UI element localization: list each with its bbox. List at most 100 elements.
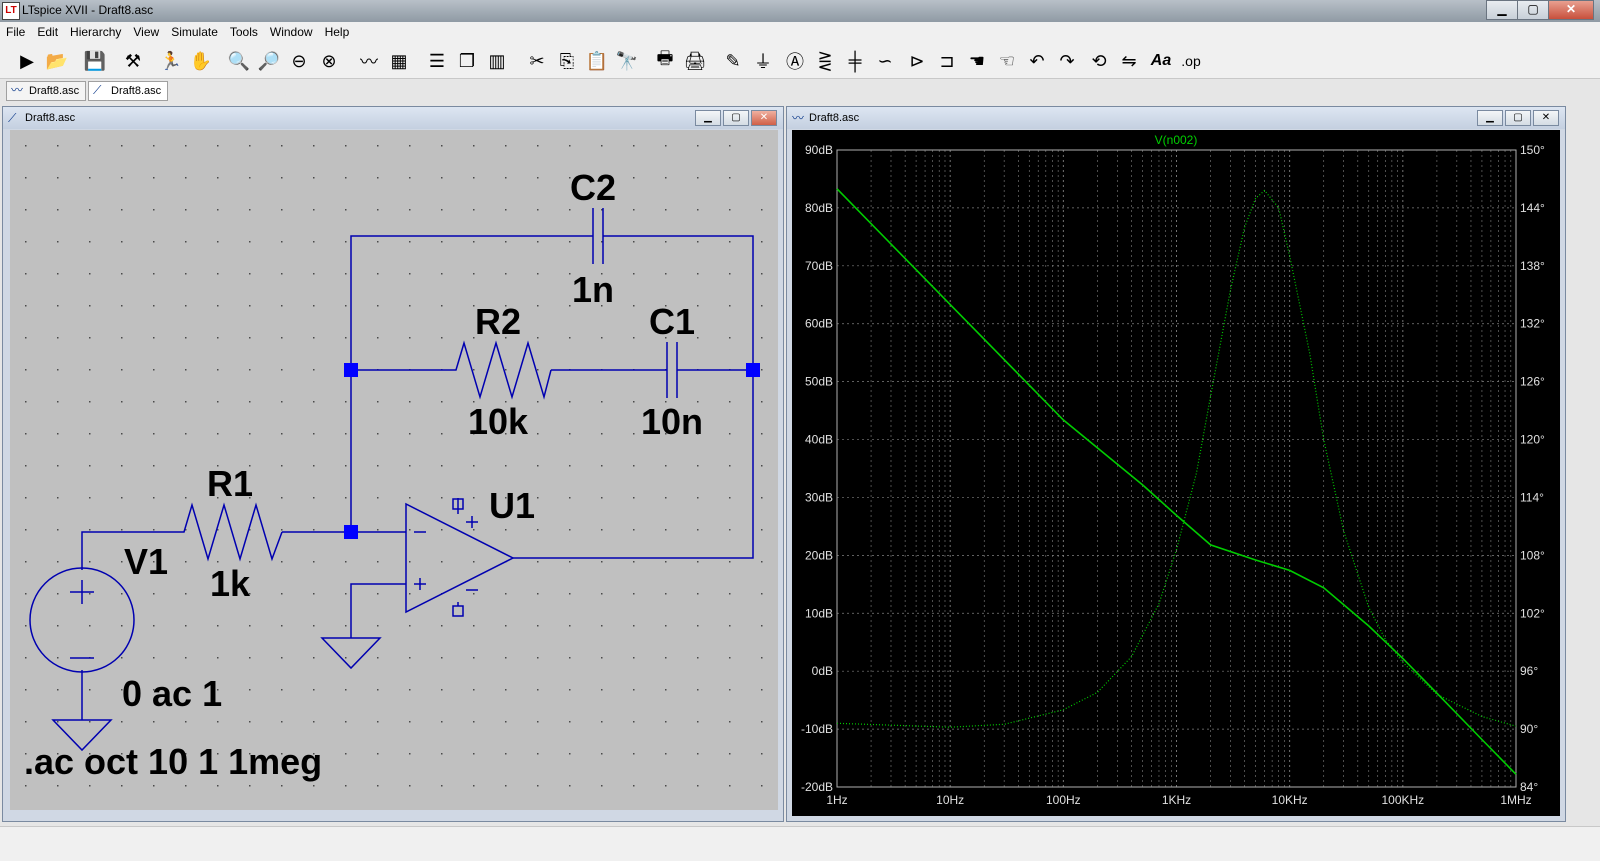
y2-tick-label: 126° — [1520, 375, 1545, 389]
ltspice-logo-icon: LT — [2, 2, 20, 20]
cascade-icon[interactable]: ❐ — [454, 48, 480, 74]
waveform-plot[interactable]: V(n002) 90dB 80dB 70dB 60dB 50dB 40dB 30dB 20dB… — [792, 130, 1560, 816]
status-bar — [0, 826, 1600, 861]
y2-tick-label: 84° — [1520, 780, 1538, 794]
y2-tick-label: 102° — [1520, 606, 1545, 620]
zoom-out-icon[interactable]: ⊖ — [286, 48, 312, 74]
r2-value: 10k — [468, 401, 529, 442]
mirror-icon[interactable]: ⇋ — [1116, 48, 1142, 74]
menu-view[interactable]: View — [127, 25, 165, 39]
y-tick-label: -20dB — [801, 780, 833, 794]
menu-window[interactable]: Window — [264, 25, 319, 39]
inductor-icon[interactable]: ∽ — [872, 48, 898, 74]
menu-edit[interactable]: Edit — [31, 25, 64, 39]
close-button[interactable]: ✕ — [751, 110, 777, 126]
cut-icon[interactable]: ✂ — [524, 48, 550, 74]
y-tick-label: 30dB — [805, 490, 833, 504]
menu-bar: File Edit Hierarchy View Simulate Tools … — [0, 22, 1600, 42]
minimize-button[interactable]: ▁ — [1477, 110, 1503, 126]
waveform-icon: 〰 — [792, 111, 805, 125]
paste-icon[interactable]: 📋 — [584, 48, 610, 74]
y-tick-label: 60dB — [805, 317, 833, 331]
maximize-button[interactable]: ▢ — [1517, 0, 1549, 20]
text-icon[interactable]: Aa — [1148, 48, 1174, 74]
capacitor-icon[interactable]: ╪ — [842, 48, 868, 74]
ground-icon[interactable]: ⏚ — [750, 48, 776, 74]
minimize-button[interactable]: ▁ — [695, 110, 721, 126]
tile-vertical-icon[interactable]: ▥ — [484, 48, 510, 74]
trace-name[interactable]: V(n002) — [1155, 133, 1198, 147]
zoom-in-icon[interactable]: 🔍 — [226, 48, 252, 74]
c1-value: 10n — [641, 401, 703, 442]
plot-window-title: 〰 Draft8.asc ▁ ▢ ✕ — [787, 107, 1565, 129]
x-tick-label: 100Hz — [1046, 793, 1081, 807]
waveform-disabled-icon[interactable]: ▦ — [386, 48, 412, 74]
schematic-window-title: ⟋ Draft8.asc ▁ ▢ ✕ — [3, 107, 783, 129]
drag-icon[interactable]: ☜ — [994, 48, 1020, 74]
c1-label: C1 — [649, 301, 695, 342]
tab-bar: 〰 Draft8.asc ⟋ Draft8.asc — [0, 79, 1600, 101]
menu-tools[interactable]: Tools — [224, 25, 264, 39]
r1-label: R1 — [207, 463, 253, 504]
menu-hierarchy[interactable]: Hierarchy — [64, 25, 127, 39]
label-net-icon[interactable]: Ⓐ — [782, 48, 808, 74]
y2-tick-label: 132° — [1520, 317, 1545, 331]
pan-hand-icon[interactable]: ✋ — [188, 48, 214, 74]
open-icon[interactable]: 📂 — [44, 48, 70, 74]
rotate-icon[interactable]: ⟲ — [1086, 48, 1112, 74]
close-button[interactable]: ✕ — [1548, 0, 1594, 20]
resistor-icon[interactable]: ⋛ — [812, 48, 838, 74]
v1-value: 0 ac 1 — [122, 673, 222, 714]
run-icon[interactable]: ▶ — [14, 48, 40, 74]
close-button[interactable]: ✕ — [1533, 110, 1559, 126]
x-tick-label: 10KHz — [1272, 793, 1308, 807]
c2-label: C2 — [570, 167, 616, 208]
menu-file[interactable]: File — [0, 25, 31, 39]
diode-icon[interactable]: ⊳ — [904, 48, 930, 74]
y-tick-label: 50dB — [805, 375, 833, 389]
waveform-icon[interactable]: 〰 — [356, 48, 382, 74]
maximize-button[interactable]: ▢ — [1505, 110, 1531, 126]
move-icon[interactable]: ☚ — [964, 48, 990, 74]
print-icon[interactable]: 🖶 — [652, 48, 678, 74]
u1-label: U1 — [489, 485, 535, 526]
schematic-canvas[interactable]: C2 1n R2 10k C1 10n R1 1k U1 V1 0 ac 1 .… — [10, 130, 778, 810]
find-icon[interactable]: 🔭 — [614, 48, 640, 74]
zoom-fit-icon[interactable]: 🔎 — [256, 48, 282, 74]
tab-label: Draft8.asc — [29, 85, 80, 97]
component-icon[interactable]: ⊐ — [934, 48, 960, 74]
save-icon[interactable]: 💾 — [82, 48, 108, 74]
x-tick-label: 1KHz — [1162, 793, 1191, 807]
print-setup-icon[interactable]: 🖨 — [682, 48, 708, 74]
y-tick-label: 90dB — [805, 143, 833, 157]
spice-directive[interactable]: .ac oct 10 1 1meg — [24, 741, 322, 782]
runner-icon[interactable]: 🏃 — [158, 48, 184, 74]
x-tick-label: 1MHz — [1500, 793, 1531, 807]
y-tick-label: -10dB — [801, 722, 833, 736]
menu-simulate[interactable]: Simulate — [165, 25, 224, 39]
control-panel-icon[interactable]: ⚒ — [120, 48, 146, 74]
undo-icon[interactable]: ↶ — [1024, 48, 1050, 74]
copy-icon[interactable]: ⎘ — [554, 48, 580, 74]
tab-waveform[interactable]: 〰 Draft8.asc — [6, 81, 87, 101]
tile-horizontal-icon[interactable]: ☰ — [424, 48, 450, 74]
y-tick-label: 40dB — [805, 433, 833, 447]
spice-directive-icon[interactable]: .op — [1178, 48, 1204, 74]
x-tick-label: 1Hz — [826, 793, 847, 807]
draw-wire-icon[interactable]: ✎ — [720, 48, 746, 74]
y2-tick-label: 120° — [1520, 433, 1545, 447]
zoom-cancel-icon[interactable]: ⊗ — [316, 48, 342, 74]
r1-value: 1k — [210, 563, 251, 604]
y2-tick-label: 108° — [1520, 548, 1545, 562]
title-bar: LT LTspice XVII - Draft8.asc ▁ ▢ ✕ — [0, 0, 1600, 22]
tab-schematic[interactable]: ⟋ Draft8.asc — [88, 81, 169, 101]
redo-icon[interactable]: ↷ — [1054, 48, 1080, 74]
maximize-button[interactable]: ▢ — [723, 110, 749, 126]
y-tick-label: 0dB — [812, 664, 833, 678]
y2-tick-label: 96° — [1520, 664, 1538, 678]
toolbar: ▶ 📂 💾 ⚒ 🏃 ✋ 🔍 🔎 ⊖ ⊗ 〰 ▦ ☰ ❐ ▥ ✂ ⎘ 📋 🔭 🖶 … — [0, 42, 1600, 79]
schematic-icon: ⟋ — [93, 83, 102, 97]
minimize-button[interactable]: ▁ — [1486, 0, 1518, 20]
menu-help[interactable]: Help — [319, 25, 356, 39]
r2-label: R2 — [475, 301, 521, 342]
